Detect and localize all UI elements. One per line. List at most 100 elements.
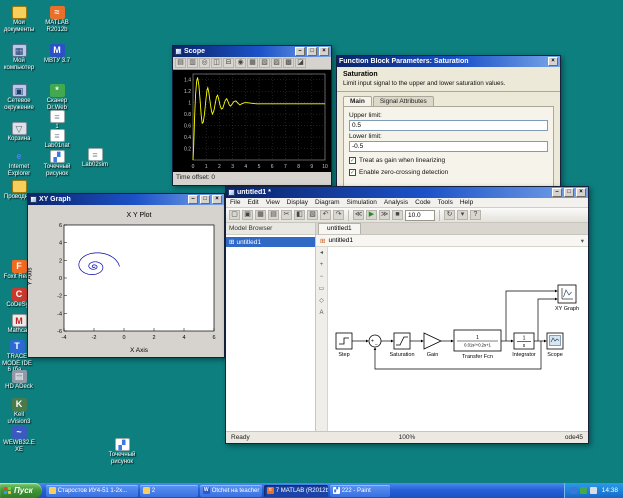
desktop-icon-hd[interactable]: ▤HD ADeck xyxy=(2,370,36,391)
menu-analysis[interactable]: Analysis xyxy=(384,199,408,206)
print-icon[interactable]: ▤ xyxy=(268,210,279,220)
zoom-y-icon[interactable]: ⊟ xyxy=(223,58,234,68)
autoscale-icon[interactable]: ◉ xyxy=(235,58,246,68)
desktop-icon-file[interactable]: ≡Lab01nat xyxy=(40,129,74,150)
step-back-icon[interactable]: ≪ xyxy=(353,210,364,220)
tree-item-untitled1[interactable]: ⊞untitled1 xyxy=(226,237,315,247)
desktop-icon-recycle[interactable]: ▽Корзина xyxy=(2,122,36,143)
model-canvas[interactable]: Step +− Saturation Gain 10.01s²+0.2s+1Transf… xyxy=(328,247,588,431)
zoom-out-icon[interactable]: − xyxy=(317,273,327,283)
step-forward-icon[interactable]: ≫ xyxy=(379,210,390,220)
mode-dropdown-icon[interactable]: ▾ xyxy=(457,210,468,220)
scope-titlebar[interactable]: Scope – □ × xyxy=(173,46,331,57)
desktop-icon-computer[interactable]: ▦Мой компьютер xyxy=(2,44,36,71)
help-icon[interactable]: ? xyxy=(470,210,481,220)
maximize-button[interactable]: □ xyxy=(307,47,317,56)
cut-icon[interactable]: ✂ xyxy=(281,210,292,220)
annotation-icon[interactable]: A xyxy=(317,309,327,319)
sim-time-input[interactable] xyxy=(405,210,435,221)
block-transfer-fcn[interactable]: 10.01s²+0.2s+1Transfer Fcn xyxy=(454,330,501,360)
checkbox[interactable]: ✓ xyxy=(349,157,356,164)
taskbar-button[interactable]: ≈7 MATLAB (R2012b) xyxy=(264,485,328,497)
signal-selection-icon[interactable]: ◪ xyxy=(295,58,306,68)
block-step[interactable]: Step xyxy=(336,333,352,358)
menu-simulation[interactable]: Simulation xyxy=(347,199,377,206)
restore-axes-icon[interactable]: ▧ xyxy=(259,58,270,68)
tab-signal-attributes[interactable]: Signal Attributes xyxy=(373,96,434,106)
menu-tools[interactable]: Tools xyxy=(438,199,453,206)
field-input[interactable] xyxy=(349,141,548,152)
taskbar-button[interactable]: ▞222 - Paint xyxy=(330,485,390,497)
menu-display[interactable]: Display xyxy=(287,199,308,206)
desktop-icon-file[interactable]: ≡1 xyxy=(40,110,74,131)
tray-icon-2[interactable] xyxy=(580,487,587,494)
save-axes-icon[interactable]: ▦ xyxy=(247,58,258,68)
update-diagram-icon[interactable]: ↻ xyxy=(444,210,455,220)
desktop-icon-documents[interactable]: Мои документы xyxy=(2,6,36,33)
checkbox[interactable]: ✓ xyxy=(349,169,356,176)
dialog-titlebar[interactable]: Function Block Parameters: Saturation × xyxy=(337,56,560,67)
simulink-titlebar[interactable]: untitled1 * – □ × xyxy=(226,187,588,198)
menu-code[interactable]: Code xyxy=(415,199,431,206)
desktop-icon-wewb[interactable]: ~WEWB32.EXE xyxy=(2,426,36,453)
desktop-icon-matlab[interactable]: ≈MATLAB R2012b xyxy=(40,6,74,33)
desktop-icon-keil[interactable]: KKeil uVision3 xyxy=(2,398,36,425)
tray-icon-3[interactable] xyxy=(590,487,597,494)
undo-icon[interactable]: ↶ xyxy=(320,210,331,220)
new-model-icon[interactable]: ▢ xyxy=(229,210,240,220)
maximize-button[interactable]: □ xyxy=(564,188,574,197)
zoom-icon[interactable]: ◎ xyxy=(199,58,210,68)
minimize-button[interactable]: – xyxy=(295,47,305,56)
close-icon[interactable]: × xyxy=(212,195,222,204)
print-icon[interactable]: ▤ xyxy=(175,58,186,68)
block-saturation[interactable]: Saturation xyxy=(389,333,414,358)
lock-axes-icon[interactable]: ▩ xyxy=(283,58,294,68)
tray-icon-1[interactable] xyxy=(570,487,577,494)
block-scope[interactable]: Scope xyxy=(547,333,563,358)
desktop-icon-file[interactable]: ≡Lab02sim xyxy=(78,148,112,169)
parameters-icon[interactable]: ▥ xyxy=(187,58,198,68)
start-button[interactable]: Пуск xyxy=(0,483,42,498)
desktop-icon-paint[interactable]: ▞Точечный рисунок xyxy=(40,150,74,177)
xy-titlebar[interactable]: XY Graph – □ × xyxy=(28,194,224,205)
desktop-icon-ie[interactable]: eInternet Explorer xyxy=(2,150,36,177)
zoom-x-icon[interactable]: ◫ xyxy=(211,58,222,68)
desktop-icon-paint[interactable]: ▞Точечный рисунок xyxy=(105,438,139,465)
desktop-icon-drweb[interactable]: *Сканер Dr.Web xyxy=(40,84,74,111)
tab-untitled1[interactable]: untitled1 xyxy=(318,223,361,234)
stop-icon[interactable]: ■ xyxy=(392,210,403,220)
breadcrumb-item[interactable]: untitled1 xyxy=(328,237,353,244)
desktop-icon-network[interactable]: ▣Сетевое окружение xyxy=(2,84,36,111)
chevron-down-icon[interactable]: ▾ xyxy=(581,237,584,245)
copy-icon[interactable]: ◧ xyxy=(294,210,305,220)
save-model-icon[interactable]: ▦ xyxy=(255,210,266,220)
block-integrator[interactable]: 1sIntegrator xyxy=(512,333,536,358)
redo-icon[interactable]: ↷ xyxy=(333,210,344,220)
minimize-button[interactable]: – xyxy=(188,195,198,204)
close-icon[interactable]: × xyxy=(319,47,329,56)
taskbar-button[interactable]: Старостов ИУ4-51 1-2х... xyxy=(46,485,138,497)
pan-icon[interactable]: ◇ xyxy=(317,297,327,307)
close-icon[interactable]: × xyxy=(548,57,558,66)
close-icon[interactable]: × xyxy=(576,188,586,197)
minimize-button[interactable]: – xyxy=(552,188,562,197)
fit-to-view-icon[interactable]: ▭ xyxy=(317,285,327,295)
desktop-icon-mvtu[interactable]: ММВТУ 3.7 xyxy=(40,44,74,65)
block-gain[interactable]: Gain xyxy=(424,333,441,358)
block-xy-graph[interactable]: XY Graph xyxy=(555,285,579,312)
floating-scope-icon[interactable]: ▨ xyxy=(271,58,282,68)
open-model-icon[interactable]: ▣ xyxy=(242,210,253,220)
menu-edit[interactable]: Edit xyxy=(247,199,258,206)
taskbar-button[interactable]: WOtchet на teacher xyxy=(200,485,262,497)
menu-diagram[interactable]: Diagram xyxy=(315,199,340,206)
menu-file[interactable]: File xyxy=(230,199,240,206)
browser-toggle-icon[interactable]: ◂ xyxy=(317,249,327,259)
paste-icon[interactable]: ▧ xyxy=(307,210,318,220)
menu-help[interactable]: Help xyxy=(460,199,473,206)
maximize-button[interactable]: □ xyxy=(200,195,210,204)
field-input[interactable] xyxy=(349,120,548,131)
block-sum[interactable]: +− xyxy=(369,335,381,349)
zoom-in-icon[interactable]: + xyxy=(317,261,327,271)
menu-view[interactable]: View xyxy=(266,199,280,206)
run-icon[interactable]: ▶ xyxy=(366,210,377,220)
